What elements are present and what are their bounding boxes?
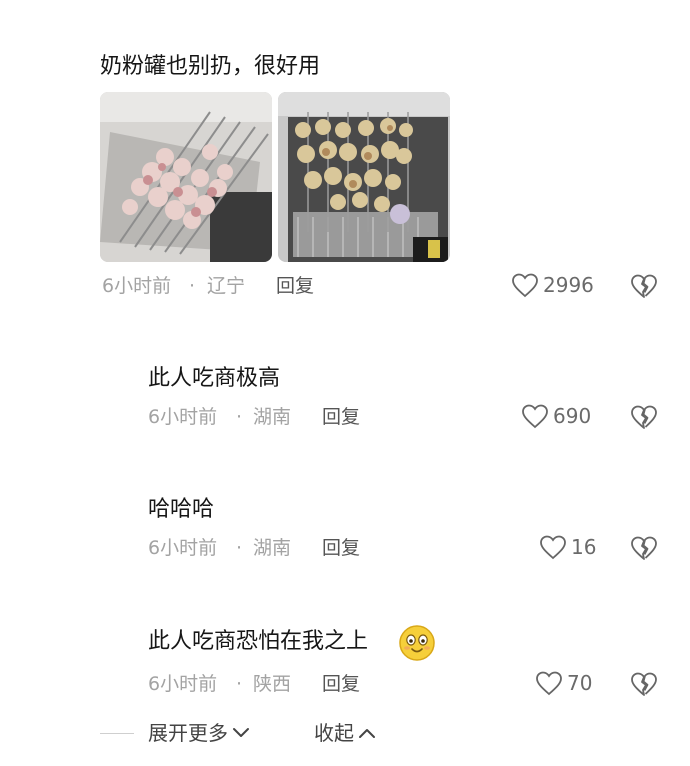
meta-separator: ·	[236, 673, 243, 695]
reply-button[interactable]: 回复	[322, 404, 360, 430]
comment-image-1[interactable]	[100, 92, 272, 262]
dislike-button[interactable]	[630, 534, 658, 566]
reply-button[interactable]: 回复	[322, 535, 360, 561]
skewers-grilled-photo	[278, 92, 450, 262]
comment-location: 湖南	[253, 537, 292, 559]
meta-separator: ·	[236, 537, 243, 559]
dislike-button[interactable]	[630, 272, 658, 304]
comment-text: 奶粉罐也别扔，很好用	[100, 54, 321, 79]
broken-heart-icon	[631, 536, 657, 560]
comment-time: 6小时前	[148, 406, 218, 428]
like-count: 70	[567, 671, 593, 695]
chevron-down-icon	[233, 728, 249, 737]
divider-line	[100, 733, 134, 734]
broken-heart-icon	[631, 274, 657, 298]
heart-outline-icon	[512, 273, 538, 298]
reply-button[interactable]: 回复	[322, 671, 360, 697]
like-button[interactable]: 690	[521, 403, 591, 429]
collapse-label: 收起	[314, 721, 354, 745]
comment-time: 6小时前	[102, 275, 172, 297]
chevron-up-icon	[359, 729, 375, 738]
like-button[interactable]: 2996	[511, 272, 594, 298]
collapse-button[interactable]: 收起	[314, 720, 376, 746]
dislike-button[interactable]	[630, 670, 658, 702]
emoji-icon	[399, 625, 435, 661]
smiling-face-emoji	[398, 624, 436, 662]
expand-more-label: 展开更多	[148, 721, 228, 745]
comment-location: 陕西	[253, 673, 292, 695]
skewers-raw-photo	[100, 92, 272, 262]
heart-outline-icon	[522, 404, 548, 429]
broken-heart-icon	[631, 405, 657, 429]
like-button[interactable]: 70	[535, 670, 592, 696]
like-button[interactable]: 16	[539, 534, 596, 560]
heart-outline-icon	[540, 535, 566, 560]
like-count: 16	[571, 535, 597, 559]
comment-image-2[interactable]	[278, 92, 450, 262]
like-count: 690	[553, 404, 592, 428]
comment-text: 此人吃商极高	[148, 366, 281, 391]
comment-time: 6小时前	[148, 537, 218, 559]
comment-text: 哈哈哈	[148, 497, 215, 522]
comment-text: 此人吃商恐怕在我之上	[148, 629, 369, 654]
broken-heart-icon	[631, 672, 657, 696]
comment-time: 6小时前	[148, 673, 218, 695]
expand-more-button[interactable]: 展开更多	[148, 720, 250, 746]
comment-location: 辽宁	[207, 275, 246, 297]
dislike-button[interactable]	[630, 403, 658, 435]
comment-location: 湖南	[253, 406, 292, 428]
reply-button[interactable]: 回复	[276, 273, 314, 299]
like-count: 2996	[543, 273, 594, 297]
meta-separator: ·	[236, 406, 243, 428]
meta-separator: ·	[189, 275, 196, 297]
heart-outline-icon	[536, 671, 562, 696]
